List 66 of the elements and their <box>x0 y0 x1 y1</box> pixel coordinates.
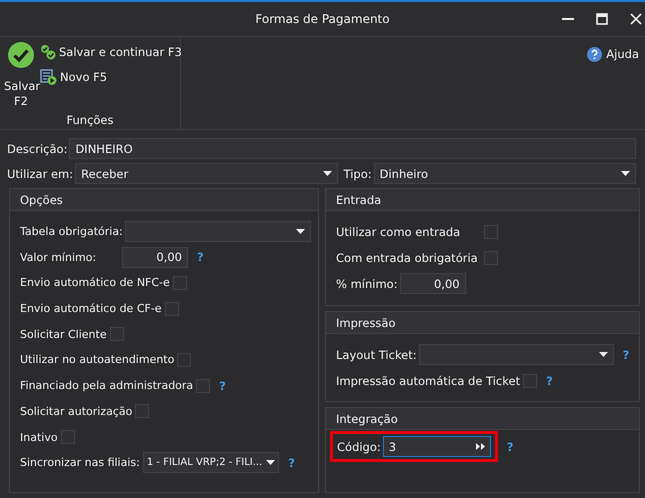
help-link[interactable]: ? <box>219 378 226 393</box>
help-link[interactable]: ? <box>546 374 553 388</box>
caret-icon <box>621 171 630 176</box>
dropdown[interactable] <box>124 221 311 242</box>
save-button[interactable]: Salvar F2 <box>4 37 38 113</box>
checkbox[interactable] <box>484 250 498 264</box>
field-label: Valor mínimo: <box>20 250 98 264</box>
help-link[interactable]: ? <box>197 250 204 264</box>
field-label: Impressão automática de Ticket <box>336 374 520 388</box>
checkbox[interactable] <box>484 224 498 238</box>
field-label: Utilizar como entrada <box>336 224 462 238</box>
panel-title: Integração <box>336 412 398 426</box>
dropdown[interactable] <box>418 344 614 365</box>
dropdown[interactable]: 1 - FILIAL VRP;2 - FILI... <box>142 452 280 474</box>
description-field[interactable]: DINHEIRO <box>69 138 636 159</box>
panel-title: Opções <box>20 192 63 206</box>
field-label: % mínimo: <box>336 276 398 290</box>
new-button[interactable]: Novo F5 <box>38 67 184 87</box>
field-label: Envio automático de CF-e <box>20 302 162 316</box>
field-label: Inativo <box>20 430 58 444</box>
help-link[interactable]: ? <box>288 456 295 470</box>
code-field[interactable]: 3 <box>382 436 491 457</box>
caret-icon <box>322 171 332 176</box>
field-label: Layout Ticket: <box>336 348 417 362</box>
field-label: Código: <box>337 440 381 454</box>
help-button[interactable]: Ajuda <box>585 45 641 63</box>
field-label: Financiado pela administradora <box>20 379 194 392</box>
help-link[interactable]: ? <box>622 348 630 362</box>
caret-icon <box>598 352 608 357</box>
help-icon <box>587 46 602 62</box>
use-in-dropdown[interactable]: Receber <box>75 163 338 184</box>
save-continue-button[interactable]: Salvar e continuar F3 <box>38 42 184 62</box>
checkbox[interactable] <box>172 276 187 290</box>
field-label: Tabela obrigatória: <box>20 225 123 238</box>
field-label: Tipo: <box>344 166 372 180</box>
document-play-icon <box>40 69 57 85</box>
fast-forward-icon <box>476 443 485 450</box>
field-label: Com entrada obrigatória <box>336 250 479 264</box>
checkbox[interactable] <box>177 352 192 367</box>
checkbox[interactable] <box>196 378 210 393</box>
type-dropdown[interactable]: Dinheiro <box>374 163 636 184</box>
caret-icon <box>296 229 305 234</box>
checkmark-icon <box>7 41 35 69</box>
help-link[interactable]: ? <box>506 440 514 454</box>
close-icon[interactable] <box>630 13 642 25</box>
field-label: Envio automático de NFC-e <box>20 276 170 290</box>
field-label: Utilizar no autoatendimento <box>20 353 174 366</box>
maximize-icon[interactable] <box>596 13 608 25</box>
panel-title: Impressão <box>336 316 396 330</box>
number-field[interactable]: 0,00 <box>122 246 188 268</box>
field-label: Sincronizar nas filiais: <box>20 456 140 470</box>
double-check-icon <box>40 44 56 60</box>
field-label: Descrição: <box>7 142 68 156</box>
caret-icon <box>266 460 276 466</box>
checkbox[interactable] <box>135 404 150 418</box>
panel-title: Entrada <box>336 192 382 206</box>
window-title: Formas de Pagamento <box>255 12 390 26</box>
checkbox[interactable] <box>164 302 179 316</box>
group-label: Funções <box>66 113 114 129</box>
field-label: Utilizar em: <box>7 166 74 180</box>
field-label: Solicitar autorização <box>20 404 132 418</box>
number-field[interactable]: 0,00 <box>400 273 466 294</box>
field-label: Solicitar Cliente <box>20 328 107 341</box>
checkbox[interactable] <box>110 327 124 342</box>
checkbox[interactable] <box>523 374 538 388</box>
checkbox[interactable] <box>60 430 75 444</box>
